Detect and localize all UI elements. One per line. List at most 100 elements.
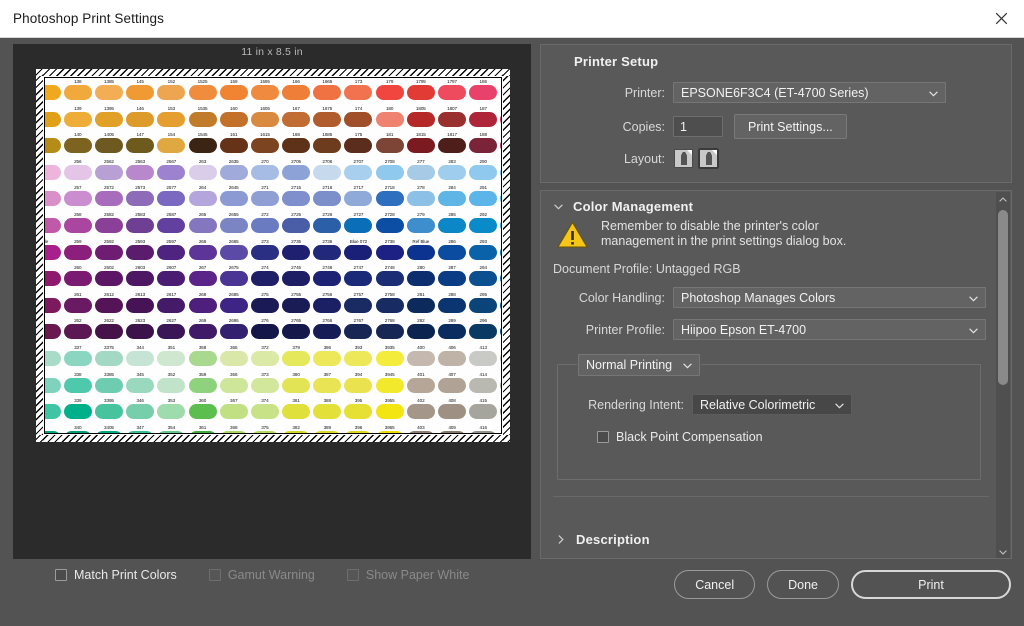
swatch-label: 2613 xyxy=(135,291,146,297)
swatch-label: 2577 xyxy=(166,185,177,191)
swatch-label: 2645 xyxy=(228,185,239,191)
swatch-chip xyxy=(282,377,311,393)
swatch-label: 347 xyxy=(136,424,144,430)
swatch-cell: 2612 xyxy=(93,292,124,313)
swatch-label: 394 xyxy=(354,371,363,377)
swatch-label: 2747 xyxy=(353,265,364,271)
swatch-cell: 257 xyxy=(62,185,93,207)
swatch-cell: 346 xyxy=(125,398,156,420)
checkbox-gamut-warning: Gamut Warning xyxy=(208,568,315,582)
scrollbar-thumb[interactable] xyxy=(998,210,1008,385)
swatch-chip xyxy=(188,404,217,420)
print-button[interactable]: Print xyxy=(851,570,1011,599)
swatch-cell: 388 xyxy=(312,398,343,420)
settings-scrollbar[interactable] xyxy=(996,192,1010,558)
swatch-label: 1665 xyxy=(322,79,333,84)
swatch-cell: 380 xyxy=(281,372,312,393)
swatch-chip xyxy=(250,271,279,287)
swatch-cell: le xyxy=(45,239,62,260)
swatch-cell: 416 xyxy=(468,425,499,433)
swatch-label: 395 xyxy=(354,398,363,404)
swatch-chip xyxy=(406,138,435,154)
swatch-label: 2563 xyxy=(135,158,146,164)
description-header[interactable]: Description xyxy=(556,532,650,547)
swatch-label: 3405 xyxy=(104,424,114,430)
print-mode-select[interactable]: Normal Printing xyxy=(578,354,700,376)
checkbox-label: Gamut Warning xyxy=(227,568,315,582)
print-settings-button[interactable]: Print Settings... xyxy=(734,114,847,139)
scroll-down-icon[interactable] xyxy=(996,545,1010,558)
swatch-label: 284 xyxy=(448,185,456,191)
swatch-chip xyxy=(63,350,92,366)
swatch-chip xyxy=(126,111,155,127)
copies-input[interactable]: 1 xyxy=(673,116,723,137)
swatch-chip xyxy=(45,404,61,420)
swatch-cell: 29 xyxy=(499,239,501,260)
swatch-chip xyxy=(188,271,217,287)
swatch-label: 168 xyxy=(292,132,300,138)
swatch-cell: 1405 xyxy=(93,132,124,154)
swatch-cell: 3375 xyxy=(93,345,124,366)
swatch-label: 29 xyxy=(499,212,501,218)
swatch-chip xyxy=(500,324,501,340)
swatch-cell: 2597 xyxy=(156,239,187,260)
cancel-button[interactable]: Cancel xyxy=(674,570,756,599)
chevron-right-icon xyxy=(556,535,566,544)
printer-profile-select[interactable]: Hiipoo Epson ET-4700 xyxy=(673,319,986,340)
print-preview-pane[interactable]: 11 in x 8.5 in 138 1385 145 152 1525 159 1595 1… xyxy=(13,44,531,559)
close-icon[interactable] xyxy=(978,0,1024,37)
swatch-cell: 2768 xyxy=(374,318,405,340)
swatch-cell: 375 xyxy=(249,425,280,433)
swatch-chip xyxy=(469,191,498,207)
layout-portrait-icon[interactable] xyxy=(674,149,693,168)
swatch-chip xyxy=(282,244,311,260)
swatch-label: 2695 xyxy=(228,318,239,324)
swatch-cell: 1605 xyxy=(249,106,280,127)
color-handling-select[interactable]: Photoshop Manages Colors xyxy=(673,287,986,308)
swatch-label: 2767 xyxy=(353,318,364,324)
swatch-label: 403 xyxy=(417,424,425,430)
swatch-chip xyxy=(438,85,467,100)
swatch-label: 2612 xyxy=(104,291,114,297)
swatch-label: 2603 xyxy=(135,265,146,271)
swatch-chip xyxy=(219,138,248,154)
scroll-up-icon[interactable] xyxy=(996,192,1010,206)
swatch-label: 379 xyxy=(292,344,300,350)
color-management-header[interactable]: Color Management xyxy=(553,199,693,214)
swatch-chip xyxy=(282,217,311,233)
swatch-label: 268 xyxy=(198,291,207,297)
swatch-label: 1395 xyxy=(104,105,114,111)
swatch-cell: 2706 xyxy=(312,159,343,180)
swatch-cell: 2745 xyxy=(281,265,312,287)
swatch-chip xyxy=(157,138,186,154)
swatch-cell: 154 xyxy=(156,132,187,154)
rendering-intent-select[interactable]: Relative Colorimetric xyxy=(692,394,852,415)
swatch-cell: 186 xyxy=(468,79,499,100)
swatch-cell: 1385 xyxy=(93,79,124,100)
printer-select[interactable]: EPSONE6F3C4 (ET-4700 Series) xyxy=(673,82,946,103)
swatch-cell: 286 xyxy=(436,239,467,260)
swatch-chip xyxy=(406,85,435,100)
swatch-chip xyxy=(375,404,404,420)
swatch-label: 344 xyxy=(136,344,144,350)
done-button[interactable]: Done xyxy=(767,570,839,599)
layout-landscape-icon[interactable] xyxy=(698,148,719,169)
swatch-label: 361 xyxy=(198,424,207,430)
swatch-label: 3395 xyxy=(104,398,114,404)
swatch-cell: 387 xyxy=(312,372,343,393)
swatch-chip xyxy=(500,271,501,287)
swatch-chip xyxy=(126,244,155,260)
swatch-cell xyxy=(45,318,62,340)
swatch-label: 2707 xyxy=(353,158,364,164)
swatch-chip xyxy=(219,164,248,180)
checkbox-match-print-colors[interactable]: Match Print Colors xyxy=(55,568,177,582)
swatch-cell: 414 xyxy=(468,372,499,393)
swatch-label: 2718 xyxy=(384,185,395,191)
swatch-label: 260 xyxy=(74,265,82,271)
black-point-compensation-checkbox[interactable]: Black Point Compensation xyxy=(597,430,763,444)
pantone-swatch-grid: 138 1385 145 152 1525 159 1595 166 1665 173 179 179… xyxy=(45,79,501,433)
swatch-label: 387 xyxy=(323,371,331,377)
swatch-label: 2705 xyxy=(291,158,301,164)
swatch-label: 2746 xyxy=(322,265,333,271)
chevron-down-icon xyxy=(969,323,978,337)
